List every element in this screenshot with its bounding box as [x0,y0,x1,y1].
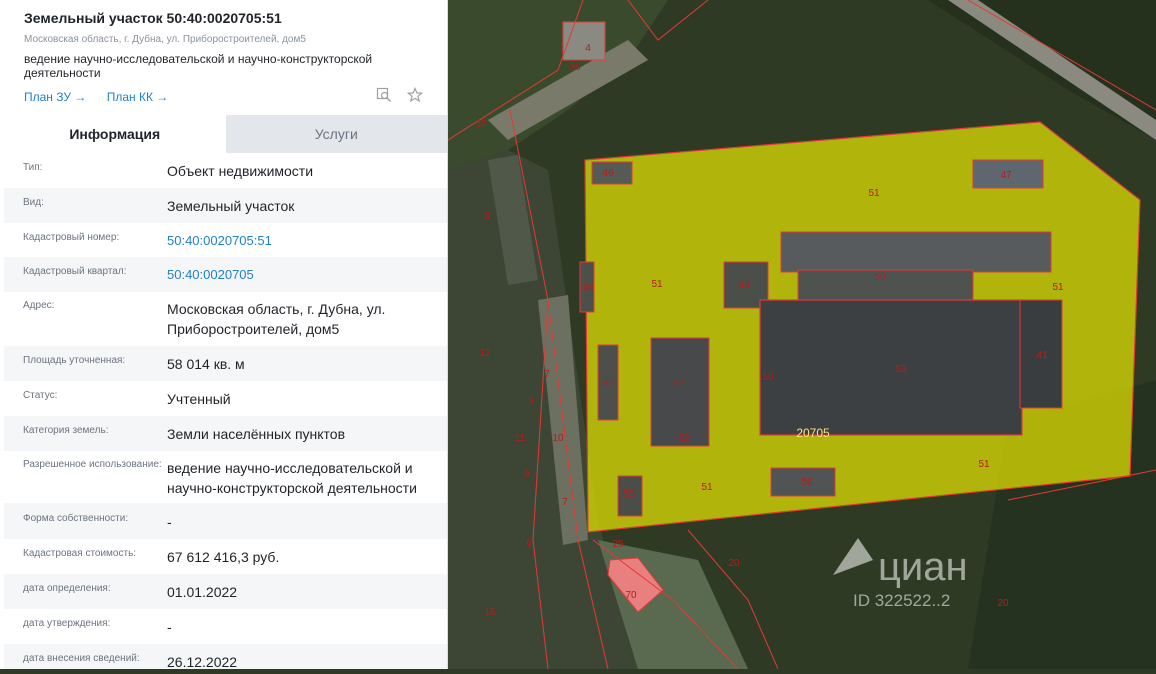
tab-info[interactable]: Информация [4,115,226,153]
row-value: Учтенный [167,391,231,407]
parcel-label: 56 [801,477,813,488]
star-icon[interactable] [406,86,424,108]
parcel-label: 53 [895,364,907,375]
parcel-label: 7 [562,497,568,508]
plan-links: План ЗУ → План КК → [24,86,424,108]
parcel-label: 57 [602,378,614,389]
parcel-label: 9 [526,539,532,550]
row-cadastral-quarter: Кадастровый квартал: 50:40:0020705 [4,257,447,292]
row-value: ведение научно-исследовательской и научн… [167,460,417,496]
row-address: Адрес: Московская область, г. Дубна, ул.… [4,292,447,346]
row-kind: Вид: Земельный участок [4,188,447,223]
watermark-id: ID 322522..2 [853,591,950,610]
watermark-text: циан [878,545,968,589]
row-value: Земли населённых пунктов [167,426,346,442]
info-panel: Земельный участок 50:40:0020705:51 Моско… [0,0,448,669]
row-type: Тип: Объект недвижимости [4,153,447,188]
parcel-label: 46 [602,168,614,179]
row-label: Кадастровая стоимость: [23,548,137,559]
tab-services[interactable]: Услуги [225,115,447,153]
row-label: Статус: [23,390,58,401]
parcel-label: 52 [678,433,690,444]
row-value: 67 612 416,3 руб. [167,549,280,565]
parcel-purpose: ведение научно-исследовательской и научн… [24,52,373,80]
parcel-title: Земельный участок 50:40:0020705:51 [24,10,282,26]
row-value: 58 014 кв. м [167,356,245,372]
row-land-category: Категория земель: Земли населённых пункт… [4,416,447,451]
row-cadastral-value: Кадастровая стоимость: 67 612 416,3 руб. [4,539,447,574]
row-entry-date: дата внесения сведений: 26.12.2022 [4,644,447,669]
row-label: Адрес: [23,300,55,311]
row-value: - [167,514,172,530]
parcel-label: 50 [874,272,886,283]
row-label: дата утверждения: [23,618,111,629]
parcel-label: 49 [738,280,750,291]
plan-zu-link[interactable]: План ЗУ → [24,90,86,104]
row-area: Площадь уточненная: 58 014 кв. м [4,346,447,381]
search-area-icon[interactable] [376,87,392,108]
row-permitted-use: Разрешенное использование: ведение научн… [4,451,447,503]
parcel-label: 16 [484,607,496,618]
parcel-label: 51 [868,188,880,199]
parcel-label: 12 [479,348,491,359]
parcel-label: 7 [544,369,550,380]
row-label: Кадастровый квартал: [23,266,127,277]
plan-kk-link[interactable]: План КК → [107,90,169,104]
parcel-label: 20705 [796,426,830,440]
row-approval-date: дата утверждения: - [4,609,447,644]
parcel-label: 70 [625,590,637,601]
parcel-label: 51 [1052,282,1064,293]
parcel-label: 51 [978,459,990,470]
parcel-label: 51 [651,279,663,290]
parcel-label: 38 [569,62,581,73]
parcel-label: 50 [762,372,774,383]
parcel-label: 47 [1000,170,1012,181]
row-label: Вид: [23,197,44,208]
parcel-address: Московская область, г. Дубна, ул. Прибор… [24,34,306,45]
row-valuation-date: дата определения: 01.01.2022 [4,574,447,609]
row-value: - [167,619,172,635]
row-label: Форма собственности: [23,513,129,524]
parcel-label: 10 [552,433,564,444]
parcel-label: 9 [524,469,530,480]
row-label: Кадастровый номер: [23,232,120,243]
row-value: Московская область, г. Дубна, ул. Прибор… [167,301,386,337]
parcel-label: 11 [515,433,526,444]
panel-header: Земельный участок 50:40:0020705:51 Моско… [0,0,447,108]
parcel-label: 52 [672,378,684,389]
parcel-label: 4 [585,43,591,54]
parcel-label: 55 [623,489,635,500]
row-label: Разрешенное использование: [23,459,162,470]
row-value: Земельный участок [167,198,295,214]
parcel-label: 51 [701,482,713,493]
row-cadastral-number: Кадастровый номер: 50:40:0020705:51 [4,223,447,257]
parcel-label: 9 [528,396,534,407]
row-label: Площадь уточненная: [23,355,126,366]
parcel-label: 8 [484,211,490,222]
parcel-label: 48 [582,282,594,293]
tab-bar: Информация Услуги [4,115,447,153]
row-value: 01.01.2022 [167,584,238,600]
cadastral-number-link[interactable]: 50:40:0020705:51 [167,231,437,251]
row-value: 26.12.2022 [167,654,238,669]
header-actions [364,86,424,108]
cadastral-quarter-link[interactable]: 50:40:0020705 [167,265,437,285]
map-canvas[interactable]: 51 51 51 51 51 46 47 49 50 48 53 52 52 4… [447,0,1156,670]
row-label: Категория земель: [23,425,109,436]
row-ownership: Форма собственности: - [4,503,447,539]
info-table: Тип: Объект недвижимости Вид: Земельный … [4,153,447,669]
satellite-map[interactable]: 51 51 51 51 51 46 47 49 50 48 53 52 52 4… [447,0,1156,670]
parcel-label: 20 [728,558,740,569]
parcel-label: 25 [612,539,624,550]
parcel-label: 37 [475,119,487,130]
row-status: Статус: Учтенный [4,381,447,416]
parcel-label: 41 [1036,350,1048,361]
row-label: дата внесения сведений: [23,653,140,664]
parcel-label: 20 [997,598,1009,609]
row-label: дата определения: [23,583,111,594]
row-label: Тип: [23,162,43,173]
row-value: Объект недвижимости [167,163,314,179]
